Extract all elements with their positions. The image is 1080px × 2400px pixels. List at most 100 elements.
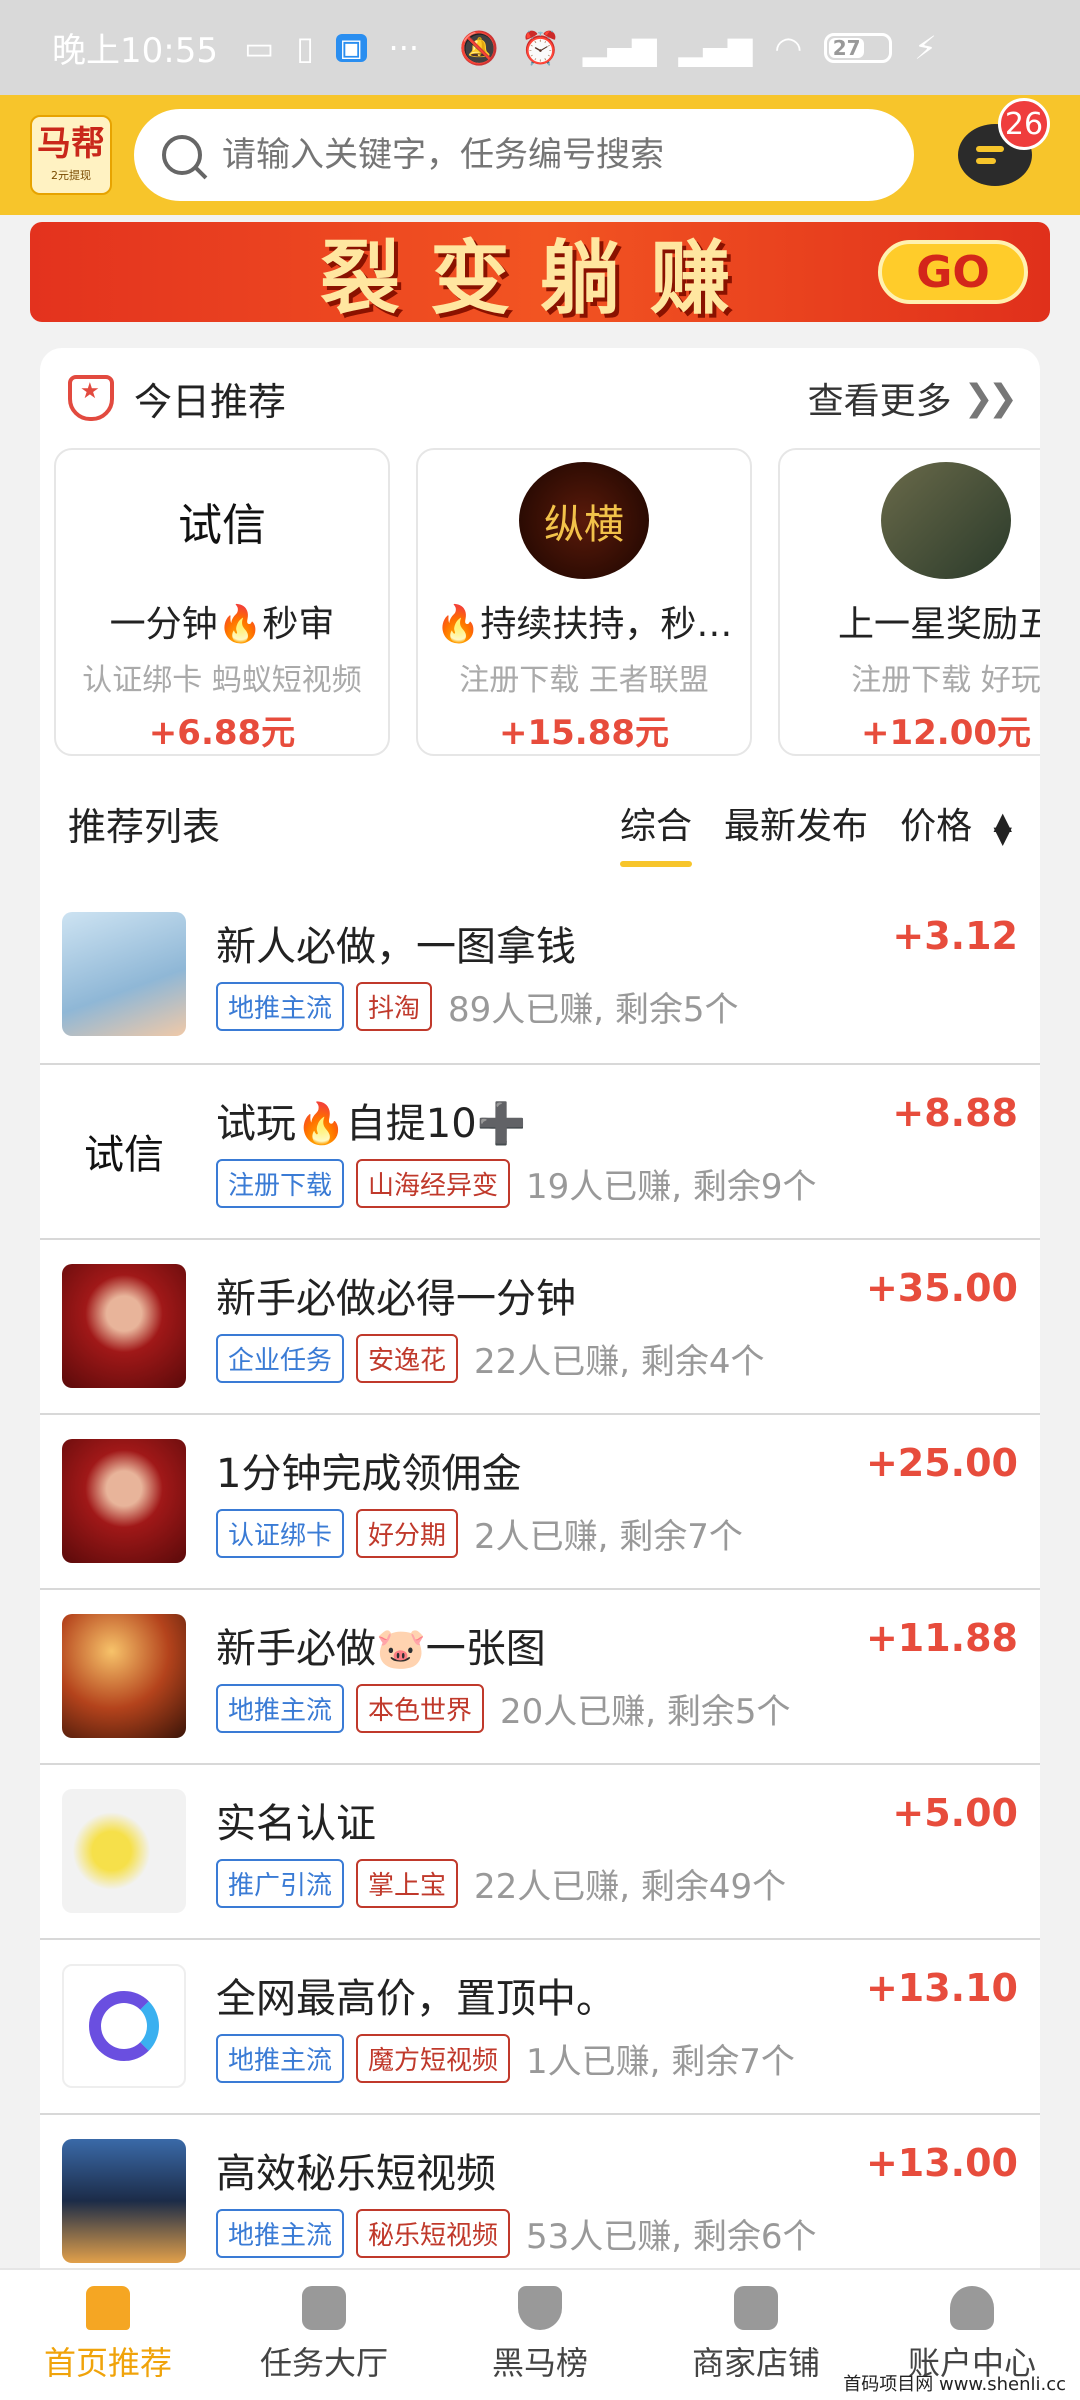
task-stats: 19人已赚, 剩余9个: [526, 1167, 817, 1207]
sort-tabs: 综合 最新发布 价格 ▲ ▼: [620, 797, 1012, 867]
task-price: +8.88: [892, 1091, 1018, 1135]
app-logo[interactable]: 马帮 2元提现: [30, 115, 112, 195]
status-time: 晚上10:55: [52, 31, 218, 71]
tab-task-hall[interactable]: 任务大厅: [216, 2270, 432, 2400]
double-chevron-right-icon: ❯❯: [963, 377, 1018, 419]
message-icon: ▭: [243, 28, 275, 67]
message-badge: 26: [998, 98, 1050, 150]
promo-banner[interactable]: 裂变躺赚 GO: [30, 222, 1050, 322]
see-more-link[interactable]: 查看更多 ❯❯: [808, 372, 1018, 424]
tab-home[interactable]: 首页推荐: [0, 2270, 216, 2400]
logo-subtext: 2元提现: [51, 169, 91, 182]
task-stats: 1人已赚, 剩余7个: [526, 2042, 795, 2082]
status-bar: 晚上10:55 ▭ ▯ ▣ ··· 🔕 ⏰ ▂▄▆ ▂▄▆ ◠ 27 ⚡: [0, 0, 1080, 95]
banner-go-button[interactable]: GO: [878, 240, 1028, 304]
app-logo-icon: [89, 1991, 159, 2061]
task-thumbnail: [62, 1614, 186, 1738]
tab-home-label: 首页推荐: [43, 2344, 172, 2382]
search-bar[interactable]: [134, 109, 914, 201]
task-category-tag: 注册下载: [216, 1159, 345, 1208]
task-name: 高效秘乐短视频: [216, 2151, 496, 2197]
task-item[interactable]: 实名认证 推广引流 掌上宝 22人已赚, 剩余49个 +5.00: [40, 1763, 1040, 1938]
alarm-icon: ⏰: [520, 28, 561, 67]
recommend-card[interactable]: 上一星奖励五 注册下载 好玩 +12.00元: [778, 448, 1040, 756]
task-item[interactable]: 1分钟完成领佣金 认证绑卡 好分期 2人已赚, 剩余7个 +25.00: [40, 1413, 1040, 1588]
today-header: 今日推荐 查看更多 ❯❯: [40, 348, 1040, 448]
more-icon: ···: [388, 28, 420, 67]
tab-merchant-store-label: 商家店铺: [691, 2344, 820, 2382]
sort-tab-price[interactable]: 价格 ▲ ▼: [900, 797, 1012, 849]
task-app-tag: 抖淘: [356, 982, 433, 1031]
tab-leaderboard[interactable]: 黑马榜: [432, 2270, 648, 2400]
task-list-icon: [302, 2286, 346, 2330]
task-app-tag: 好分期: [356, 1509, 459, 1558]
logo-text: 马帮: [37, 124, 105, 164]
task-thumbnail: [62, 1439, 186, 1563]
search-input[interactable]: [222, 135, 862, 175]
thumbnail-text: 试信: [84, 1132, 164, 1178]
store-icon: [734, 2286, 778, 2330]
charging-icon: ⚡: [914, 28, 937, 67]
today-title: 今日推荐: [134, 379, 287, 424]
task-name: 新手必做🐷一张图: [216, 1626, 546, 1672]
recommend-card[interactable]: 纵横 🔥持续扶持，秒… 注册下载 王者联盟 +15.88元: [416, 448, 752, 756]
banner-title: 裂变躺赚: [320, 231, 760, 322]
task-category-tag: 地推主流: [216, 1684, 345, 1733]
task-thumbnail: [62, 2139, 186, 2263]
task-item[interactable]: 全网最高价，置顶中。 地推主流 魔方短视频 1人已赚, 剩余7个 +13.10: [40, 1938, 1040, 2113]
task-category-tag: 地推主流: [216, 982, 345, 1031]
task-stats: 2人已赚, 剩余7个: [474, 1517, 743, 1557]
task-name: 试玩🔥自提10➕: [216, 1101, 527, 1147]
task-item[interactable]: 新手必做🐷一张图 地推主流 本色世界 20人已赚, 剩余5个 +11.88: [40, 1588, 1040, 1763]
tab-leaderboard-label: 黑马榜: [491, 2344, 588, 2382]
task-name: 1分钟完成领佣金: [216, 1451, 522, 1497]
task-name: 新手必做必得一分钟: [216, 1276, 576, 1322]
task-thumbnail: [62, 912, 186, 1036]
trophy-icon: [68, 375, 114, 421]
signal-2-icon: ▂▄▆: [678, 28, 753, 67]
avatar-text: 试信: [178, 499, 266, 551]
task-app-tag: 安逸花: [356, 1334, 459, 1383]
recommend-subtitle: 注册下载 好玩: [851, 663, 1040, 698]
task-app-tag: 本色世界: [356, 1684, 485, 1733]
recommend-card[interactable]: 试信 一分钟🔥秒审 认证绑卡 蚂蚁短视频 +6.88元: [54, 448, 390, 756]
list-header: 推荐列表 综合 最新发布 价格 ▲ ▼: [40, 758, 1040, 888]
recommend-avatar: [881, 462, 1011, 579]
system-icons: 🔕 ⏰ ▂▄▆ ▂▄▆ ◠ 27 ⚡: [459, 29, 937, 67]
task-price: +11.88: [865, 1616, 1018, 1660]
sort-tab-latest[interactable]: 最新发布: [724, 797, 868, 849]
task-app-tag: 魔方短视频: [356, 2034, 511, 2083]
task-app-tag: 掌上宝: [356, 1859, 459, 1908]
bottom-tab-bar: 首页推荐 任务大厅 黑马榜 商家店铺 账户中心 首码项目网 www.shenli…: [0, 2268, 1080, 2400]
list-title: 推荐列表: [68, 804, 221, 849]
sort-tab-overall[interactable]: 综合: [620, 797, 693, 867]
task-item[interactable]: 试信 试玩🔥自提10➕ 注册下载 山海经异变 19人已赚, 剩余9个 +8.88: [40, 1063, 1040, 1238]
task-price: +13.10: [865, 1966, 1018, 2010]
sim-icon: ▯: [296, 28, 314, 67]
task-category-tag: 地推主流: [216, 2209, 345, 2258]
task-stats: 22人已赚, 剩余49个: [474, 1867, 787, 1907]
task-price: +13.00: [865, 2141, 1018, 2185]
home-icon: [86, 2286, 130, 2330]
task-price: +3.12: [892, 914, 1018, 958]
content-card: 今日推荐 查看更多 ❯❯ 试信 一分钟🔥秒审 认证绑卡 蚂蚁短视频 +6.88元…: [40, 348, 1040, 2268]
task-item[interactable]: 新手必做必得一分钟 企业任务 安逸花 22人已赚, 剩余4个 +35.00: [40, 1238, 1040, 1413]
task-thumbnail: [62, 1964, 186, 2088]
notification-icons: ▭ ▯ ▣ ···: [244, 29, 419, 67]
recommend-subtitle: 注册下载 王者联盟: [459, 663, 709, 698]
search-icon: [162, 135, 202, 175]
today-recommend-list: 试信 一分钟🔥秒审 认证绑卡 蚂蚁短视频 +6.88元 纵横 🔥持续扶持，秒… …: [40, 448, 1040, 758]
signal-icon: ▂▄▆: [582, 28, 657, 67]
task-stats: 89人已赚, 剩余5个: [448, 990, 739, 1030]
task-item[interactable]: 新人必做，一图拿钱 地推主流 抖淘 89人已赚, 剩余5个 +3.12: [40, 888, 1040, 1063]
recommend-avatar: 纵横: [519, 462, 649, 579]
tab-merchant-store[interactable]: 商家店铺: [648, 2270, 864, 2400]
task-thumbnail: [62, 1789, 186, 1913]
messages-button[interactable]: 26: [958, 98, 1050, 186]
tab-task-hall-label: 任务大厅: [259, 2344, 388, 2382]
task-category-tag: 地推主流: [216, 2034, 345, 2083]
recommend-title: 上一星奖励五: [837, 604, 1040, 645]
recommend-price: +15.88元: [498, 713, 670, 753]
task-app-tag: 山海经异变: [356, 1159, 511, 1208]
task-item[interactable]: 高效秘乐短视频 地推主流 秘乐短视频 53人已赚, 剩余6个 +13.00: [40, 2113, 1040, 2288]
